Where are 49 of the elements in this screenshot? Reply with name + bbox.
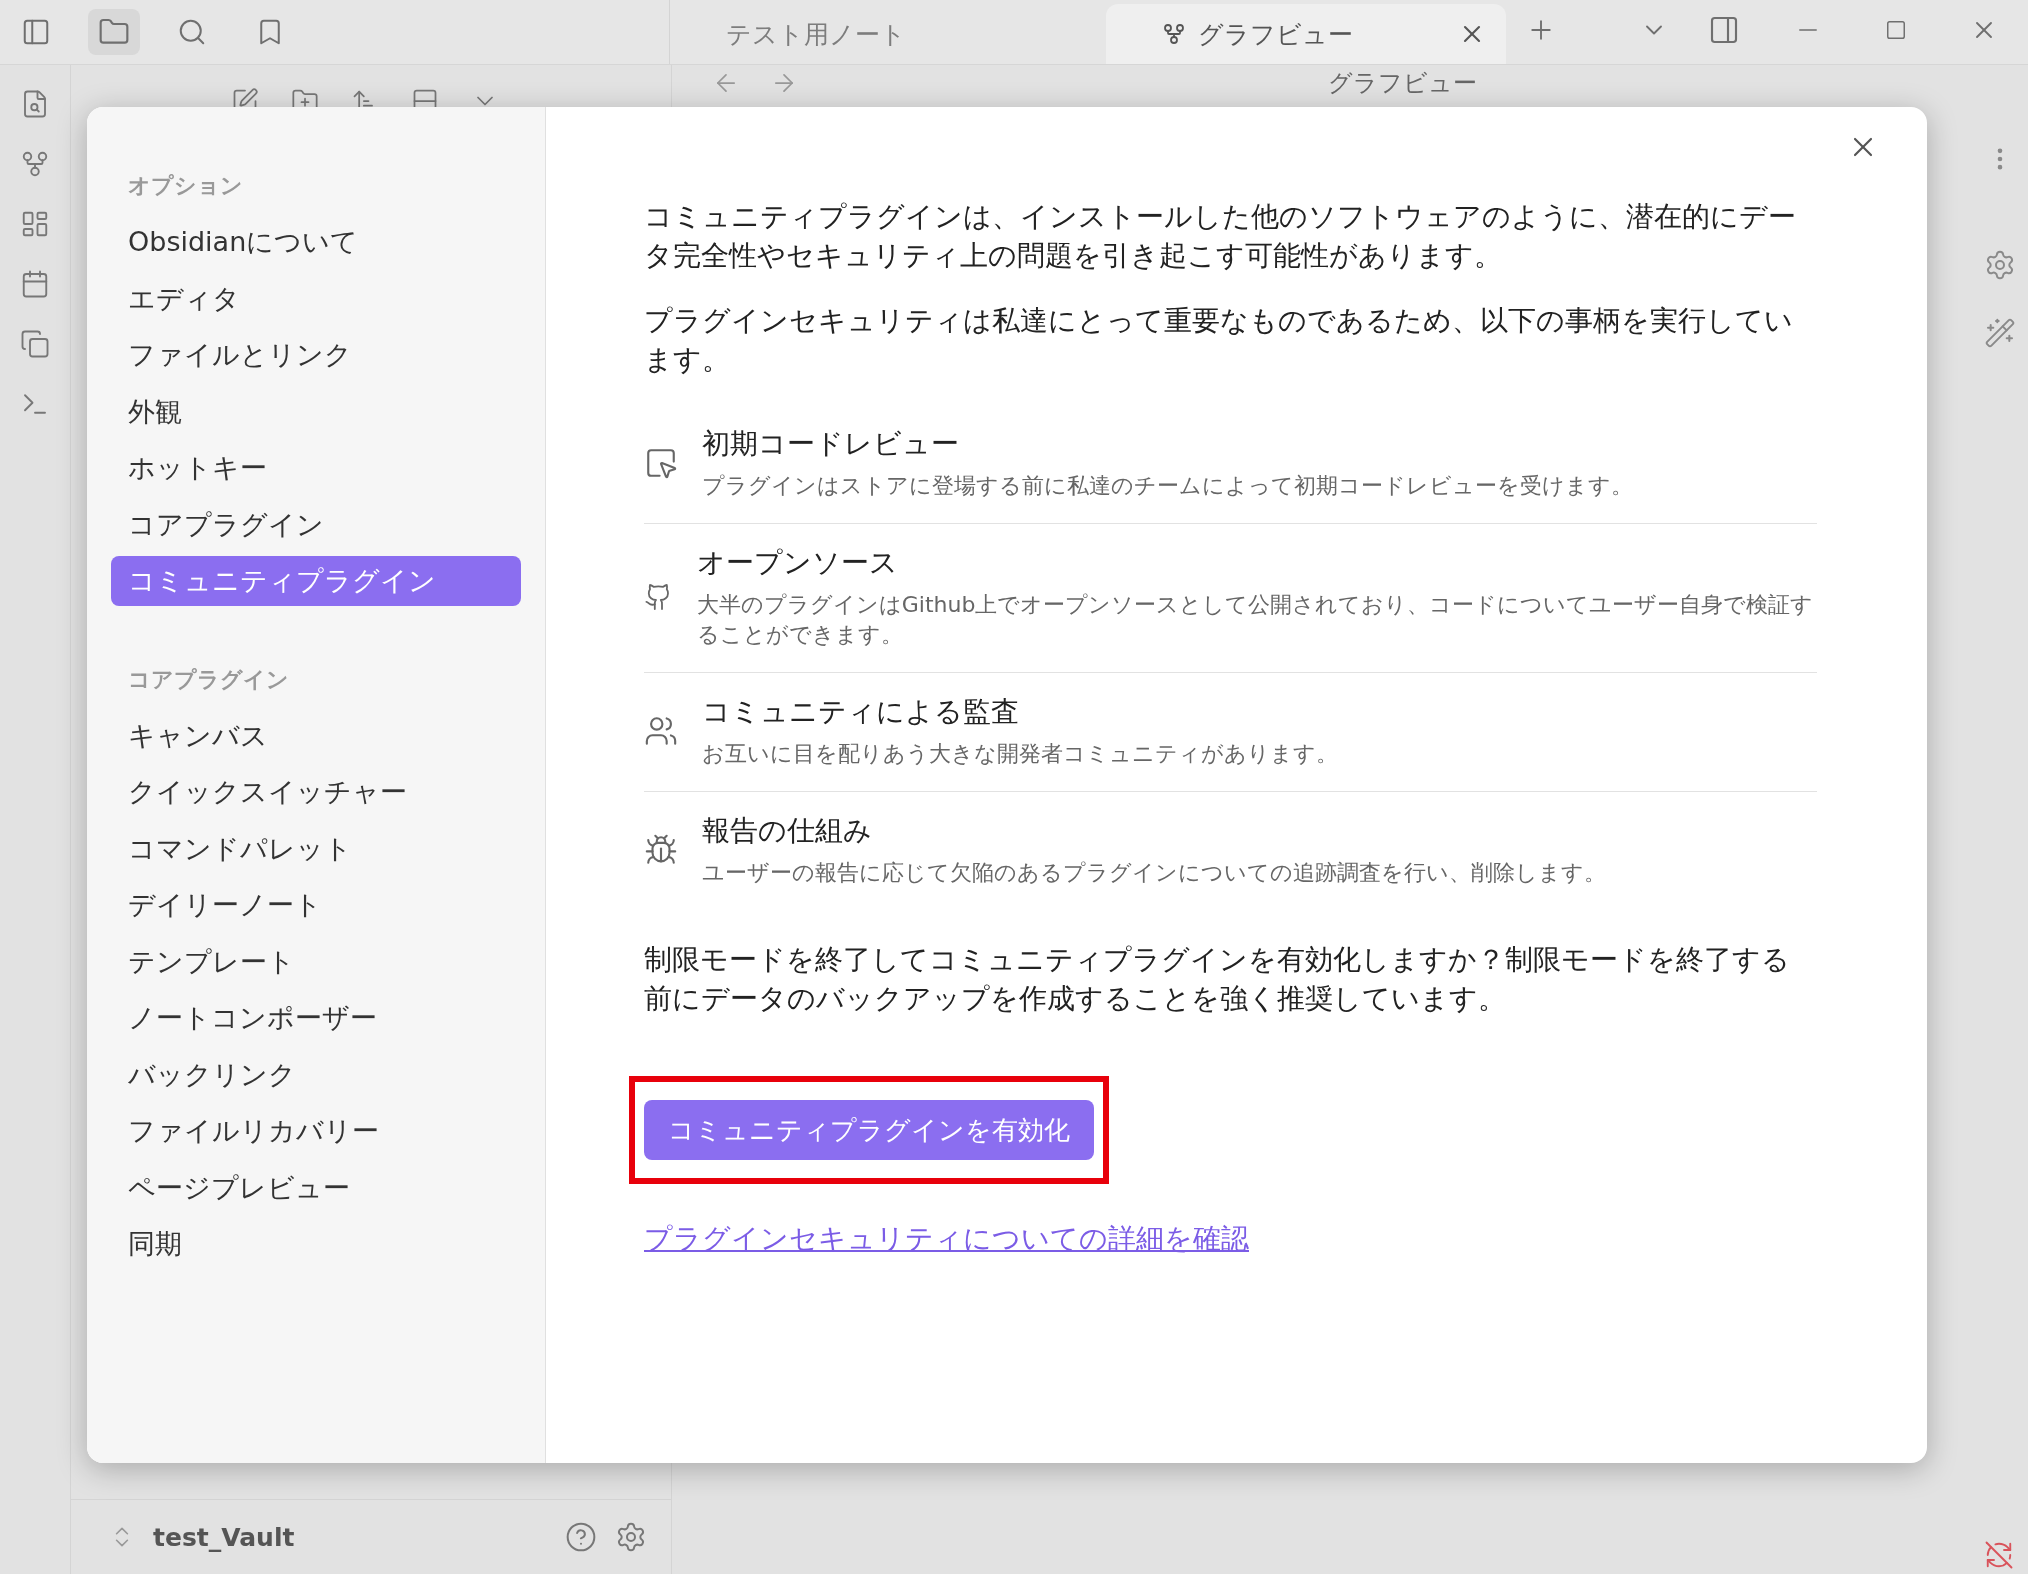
sidebar-item[interactable]: コアプラグイン — [111, 499, 521, 550]
tab[interactable]: グラフビュー — [1106, 4, 1506, 64]
sidebar-item[interactable]: ページプレビュー — [111, 1162, 521, 1213]
sidebar-item[interactable]: クイックスイッチャー — [111, 767, 521, 817]
sidebar-item[interactable]: デイリーノート — [111, 880, 521, 930]
copy-icon[interactable] — [20, 329, 50, 359]
feature-title: 初期コードレビュー — [702, 426, 960, 462]
sidebar-item[interactable]: 同期 — [111, 1219, 521, 1269]
section-heading: コアプラグイン — [127, 665, 290, 694]
bug-icon — [644, 833, 678, 867]
enable-button[interactable]: コミュニティプラグインを有効化 — [644, 1100, 1094, 1160]
view-title: グラフビュー — [1328, 69, 1478, 97]
sidebar-item[interactable]: キャンバス — [111, 710, 521, 761]
folder-icon[interactable] — [88, 9, 140, 55]
paragraph: プラグインセキュリティは私達にとって重要なものであるため、以下の事柄を実行しています。 — [644, 303, 1794, 378]
pointer-icon — [644, 446, 678, 480]
settings-icon[interactable] — [615, 1521, 647, 1553]
feature-description: ユーザーの報告に応じて欠陥のあるプラグインについての追跡調査を行い、削除します。 — [702, 859, 1606, 887]
graph-icon[interactable] — [20, 149, 50, 179]
feature-title: コミュニティによる監査 — [702, 694, 1020, 730]
paragraph: コミュニティプラグインは、インストールした他のソフトウェアのように、潜在的にデータ完全性やセキュリティ上の問題を引き起こす可能性があります。 — [644, 199, 1797, 274]
magic-wand-icon[interactable] — [1984, 317, 2016, 349]
users-icon — [644, 714, 678, 748]
sidebar-item[interactable]: ホットキー — [111, 443, 521, 493]
sidebar-item[interactable]: テンプレート — [111, 936, 521, 987]
vault-name[interactable]: test_Vault — [153, 1522, 547, 1552]
feature-description: プラグインはストアに登場する前に私達のチームによって初期コードレビューを受けます。 — [702, 472, 1633, 500]
sidebar-item[interactable]: ファイルとリンク — [111, 330, 521, 380]
sidebar-item[interactable]: コミュニティプラグイン — [111, 556, 521, 606]
sidebar-item[interactable]: Obsidianについて — [111, 217, 521, 267]
sidebar-item[interactable]: エディタ — [111, 273, 521, 324]
feature-description: お互いに目を配りあう大きな開発者コミュニティがあります。 — [702, 740, 1338, 768]
section-heading: オプション — [127, 172, 244, 200]
settings-icon[interactable] — [1984, 249, 2016, 281]
sidebar-item[interactable]: ノートコンポーザー — [111, 993, 521, 1043]
info-link[interactable]: プラグインセキュリティについての詳細を確認 — [644, 1220, 1249, 1258]
sidebar-item[interactable]: 外観 — [111, 386, 521, 437]
paragraph: 制限モードを終了してコミュニティプラグインを有効化しますか？制限モードを終了する前にデータのバックアップを作成することを強く推奨しています。 — [644, 942, 1791, 1017]
sidebar-item[interactable]: ファイルリカバリー — [111, 1106, 521, 1156]
sidebar-item[interactable]: コマンドパレット — [111, 823, 521, 874]
feature-title: オープンソース — [696, 545, 899, 581]
feature-description: 大半のプラグインはGithub上でオープンソースとして公開されており、コードについてユーザー自身で検証することができます。 — [696, 591, 1815, 649]
dashboard-icon[interactable] — [20, 209, 50, 239]
sync-off-icon[interactable] — [1984, 1540, 2014, 1570]
calendar-icon[interactable] — [20, 269, 50, 299]
feature-title: 報告の仕組み — [702, 813, 873, 849]
graph-icon — [1162, 22, 1186, 46]
sidebar-item[interactable]: バックリンク — [111, 1049, 521, 1100]
help-icon[interactable] — [565, 1521, 597, 1553]
